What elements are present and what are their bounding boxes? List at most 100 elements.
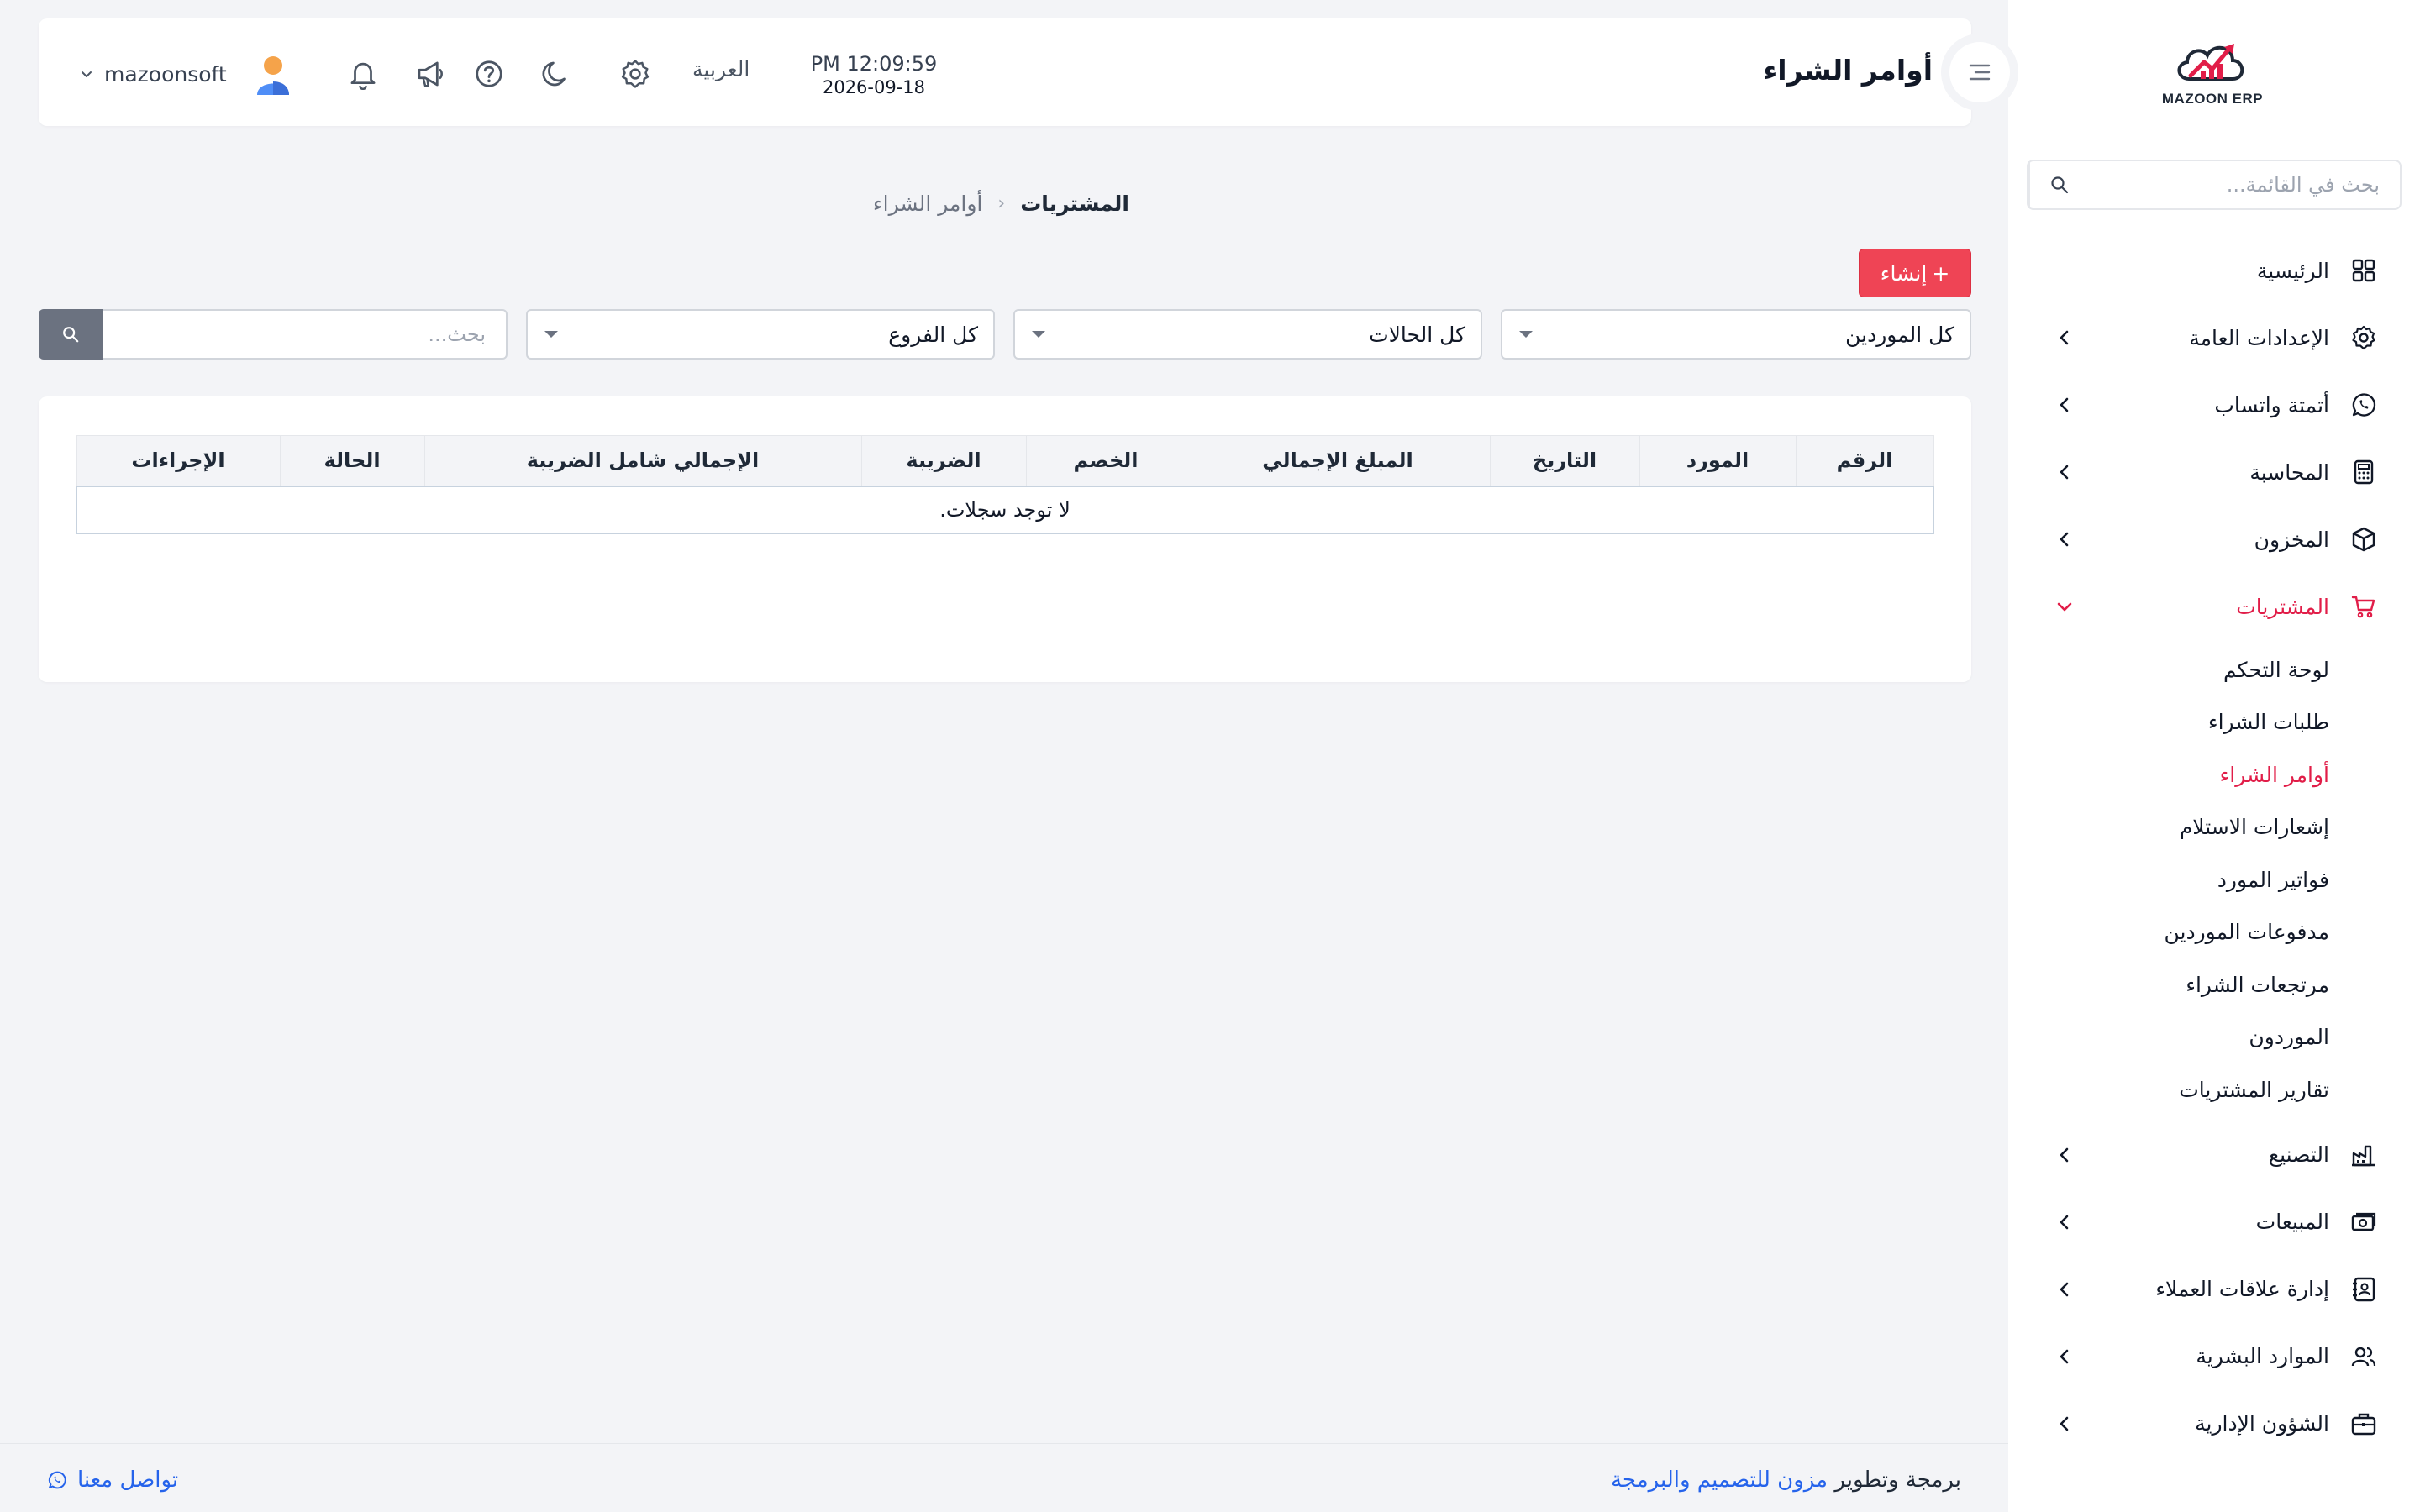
- footer-credit: برمجة وتطوير مزون للتصميم والبرمجة: [1611, 1467, 1961, 1493]
- submenu-item-purchase-requests[interactable]: طلبات الشراء: [2008, 696, 2420, 749]
- sidebar-search-input[interactable]: [2089, 161, 2400, 208]
- search-button[interactable]: [39, 309, 103, 360]
- language-switcher[interactable]: العربية: [692, 57, 750, 81]
- column-header-number[interactable]: الرقم: [1795, 435, 1934, 486]
- submenu-item-label: لوحة التحكم: [2223, 657, 2329, 682]
- submenu-item-supplier-invoices[interactable]: فواتير المورد: [2008, 853, 2420, 906]
- contact-book-icon: [2349, 1275, 2378, 1304]
- sidebar-item-label: التصنيع: [2268, 1142, 2329, 1167]
- current-date: 2026-09-18: [822, 77, 926, 97]
- column-header-date[interactable]: التاريخ: [1489, 435, 1640, 486]
- chevron-left-icon: [2060, 330, 2069, 345]
- sidebar-item-accounting[interactable]: المحاسبة: [2008, 438, 2420, 506]
- submenu-item-label: مرتجعات الشراء: [2186, 972, 2329, 997]
- menu-toggle-inner: [1949, 42, 2010, 102]
- submenu-item-label: طلبات الشراء: [2207, 710, 2329, 735]
- sidebar-search: [2027, 160, 2402, 210]
- breadcrumb: المشتريات ‹ أوامر الشراء: [873, 192, 1129, 216]
- submenu-item-purchase-orders[interactable]: أوامر الشراء: [2008, 748, 2420, 801]
- sidebar-item-label: المبيعات: [2255, 1210, 2329, 1234]
- create-button[interactable]: + إنشاء: [1859, 249, 1971, 297]
- sidebar-item-label: الموارد البشرية: [2196, 1344, 2329, 1368]
- gear-icon: [2349, 323, 2378, 352]
- sidebar-item-admin-affairs[interactable]: الشؤون الإدارية: [2008, 1390, 2420, 1457]
- settings-gear-icon[interactable]: [618, 57, 652, 91]
- column-header-total-incl-tax[interactable]: الإجمالي شامل الضريبة: [424, 435, 862, 486]
- bell-icon[interactable]: [346, 57, 380, 91]
- column-header-actions: الإجراءات: [76, 435, 281, 486]
- submenu-item-dashboard[interactable]: لوحة التحكم: [2008, 643, 2420, 696]
- sidebar-item-general-settings[interactable]: الإعدادات العامة: [2008, 304, 2420, 371]
- submenu-item-label: الموردون: [2249, 1025, 2329, 1050]
- caret-down-icon: [1032, 331, 1045, 338]
- search-input[interactable]: [103, 309, 508, 360]
- purchase-orders-table: الرقم المورد التاريخ المبلغ الإجمالي الخ…: [76, 435, 1934, 534]
- contact-us-link[interactable]: تواصل معنا: [47, 1467, 178, 1493]
- sidebar-item-label: الرئيسية: [2256, 258, 2329, 283]
- suppliers-filter-value: كل الموردين: [1845, 322, 1954, 347]
- sidebar-item-label: المحاسبة: [2249, 459, 2329, 485]
- current-time: PM 12:09:59: [810, 52, 938, 76]
- chevron-left-icon: [2060, 1416, 2069, 1431]
- column-header-discount[interactable]: الخصم: [1025, 435, 1186, 486]
- column-header-total-amount[interactable]: المبلغ الإجمالي: [1185, 435, 1491, 486]
- sidebar-item-label: أتمتة واتساب: [2214, 392, 2329, 417]
- box-icon: [2349, 525, 2378, 554]
- sidebar-item-sales[interactable]: المبيعات: [2008, 1189, 2420, 1256]
- statuses-filter-select[interactable]: كل الحالات: [1013, 309, 1482, 360]
- submenu-item-purchase-reports[interactable]: تقارير المشتريات: [2008, 1063, 2420, 1116]
- submenu-item-label: أوامر الشراء: [2219, 762, 2329, 787]
- submenu-item-label: تقارير المشتريات: [2179, 1077, 2329, 1102]
- grid-icon: [2349, 256, 2378, 285]
- sidebar-item-label: المخزون: [2254, 527, 2329, 552]
- breadcrumb-separator-icon: ‹: [997, 193, 1006, 214]
- logo-text: MAZOON ERP: [2161, 91, 2264, 107]
- branches-filter-select[interactable]: كل الفروع: [526, 309, 995, 360]
- footer-brand-link[interactable]: مزون للتصميم والبرمجة: [1611, 1467, 1828, 1493]
- app-logo[interactable]: MAZOON ERP: [2158, 37, 2267, 113]
- sidebar-item-inventory[interactable]: المخزون: [2008, 506, 2420, 573]
- breadcrumb-parent[interactable]: المشتريات: [1020, 192, 1129, 216]
- sidebar-item-crm[interactable]: إدارة علاقات العملاء: [2008, 1256, 2420, 1323]
- orders-table-card: الرقم المورد التاريخ المبلغ الإجمالي الخ…: [39, 396, 1971, 682]
- sidebar-item-home[interactable]: الرئيسية: [2008, 237, 2420, 304]
- cash-icon: [2349, 1208, 2378, 1236]
- user-menu[interactable]: mazoonsoft: [79, 49, 296, 99]
- column-header-tax[interactable]: الضريبة: [860, 435, 1027, 486]
- search-icon[interactable]: [2028, 161, 2089, 208]
- page-title: أوامر الشراء: [1763, 54, 1933, 87]
- plus-icon: +: [1932, 260, 1950, 286]
- submenu-item-label: إشعارات الاستلام: [2179, 815, 2329, 840]
- whatsapp-icon: [2349, 391, 2378, 419]
- submenu-item-supplier-payments[interactable]: مدفوعات الموردين: [2008, 906, 2420, 959]
- branches-filter-value: كل الفروع: [888, 322, 978, 347]
- submenu-item-goods-receipts[interactable]: إشعارات الاستلام: [2008, 801, 2420, 854]
- sidebar-item-whatsapp-automation[interactable]: أتمتة واتساب: [2008, 371, 2420, 438]
- menu-toggle-button[interactable]: [1941, 34, 2018, 111]
- caret-down-icon: [1519, 331, 1533, 338]
- sidebar-item-purchases[interactable]: المشتريات: [2008, 573, 2420, 640]
- chevron-left-icon: [2060, 1147, 2069, 1162]
- help-icon[interactable]: [472, 57, 506, 91]
- column-header-supplier[interactable]: المورد: [1639, 435, 1797, 486]
- sidebar-item-manufacturing[interactable]: التصنيع: [2008, 1121, 2420, 1189]
- empty-table-message: لا توجد سجلات.: [76, 485, 1934, 534]
- submenu-item-purchase-returns[interactable]: مرتجعات الشراء: [2008, 958, 2420, 1011]
- briefcase-icon: [2349, 1410, 2378, 1438]
- create-button-label: إنشاء: [1880, 260, 1928, 286]
- datetime-display: PM 12:09:59 2026-09-18: [798, 52, 950, 97]
- users-icon: [2349, 1342, 2378, 1371]
- whatsapp-icon: [48, 1471, 66, 1489]
- purchases-submenu: لوحة التحكم طلبات الشراء أوامر الشراء إش…: [2008, 640, 2420, 1121]
- sidebar-menu: الرئيسية الإعدادات العامة أتمتة واتساب ا…: [2008, 237, 2420, 1457]
- submenu-item-suppliers[interactable]: الموردون: [2008, 1011, 2420, 1064]
- sidebar-item-hr[interactable]: الموارد البشرية: [2008, 1323, 2420, 1390]
- megaphone-icon[interactable]: [413, 57, 447, 91]
- moon-icon[interactable]: [539, 57, 573, 91]
- footer-credit-prefix: برمجة وتطوير: [1834, 1467, 1961, 1493]
- column-header-status[interactable]: الحالة: [279, 435, 425, 486]
- search-icon: [63, 327, 79, 343]
- chevron-down-icon: [82, 71, 92, 77]
- suppliers-filter-select[interactable]: كل الموردين: [1501, 309, 1971, 360]
- factory-icon: [2349, 1141, 2378, 1169]
